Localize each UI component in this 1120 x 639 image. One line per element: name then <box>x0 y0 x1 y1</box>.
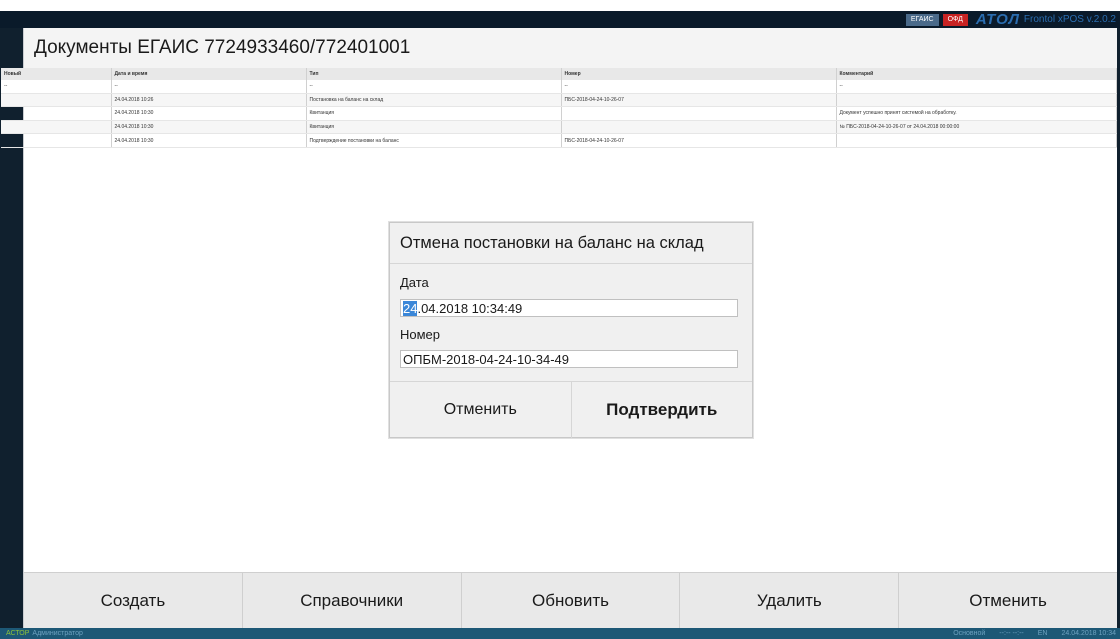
status-placeholder: --:-- --:-- <box>999 630 1024 637</box>
cell: -- <box>836 80 1117 94</box>
cell: 24.04.2018 10:30 <box>111 133 307 148</box>
table-row[interactable]: 24.04.2018 10:30 Квитанция № ПБС-2018-04… <box>1 120 1117 135</box>
date-field-value: .04.2018 10:34:49 <box>417 301 523 316</box>
cell: ПБС-2018-04-24-10-26-07 <box>561 93 837 108</box>
dialog-confirm-button[interactable]: Подтвердить <box>572 382 753 438</box>
number-label: Номер <box>400 327 441 342</box>
cell <box>1 106 112 121</box>
cell <box>1 120 112 135</box>
delete-button[interactable]: Удалить <box>680 573 900 629</box>
header-band: Документы ЕГАИС 7724933460/772401001 <box>24 28 1117 68</box>
cell <box>561 106 837 121</box>
refresh-button[interactable]: Обновить <box>462 573 681 629</box>
cell: Постановка на баланс на склад <box>306 93 562 108</box>
cell: 24.04.2018 10:26 <box>111 93 307 108</box>
app-version: Frontol xPOS v.2.0.2 <box>1023 14 1116 25</box>
bottom-action-bar: Создать Справочники Обновить Удалить Отм… <box>24 572 1117 629</box>
dialog-divider <box>390 263 752 264</box>
egais-badge: ЕГАИС <box>905 13 939 26</box>
table-row[interactable]: 24.04.2018 10:30 Подтверждение постановк… <box>1 133 1117 148</box>
mode-label: Основной <box>953 630 986 637</box>
col-header-type[interactable]: Тип <box>306 68 562 80</box>
col-header-new[interactable]: Новый <box>1 68 112 80</box>
title-bar-right: ЕГАИС ОФД АТОЛ Frontol xPOS v.2.0.2 <box>905 11 1116 28</box>
cell: ПБС-2018-04-24-10-26-07 <box>561 133 837 148</box>
dialog-buttons: Отменить Подтвердить <box>390 381 752 438</box>
cancel-balance-dialog: Отмена постановки на баланс на склад Дат… <box>389 222 753 438</box>
cell <box>836 133 1117 148</box>
status-datetime: 24.04.2018 10:34 <box>1061 630 1117 637</box>
references-button[interactable]: Справочники <box>243 573 462 629</box>
date-field-selection: 24 <box>403 301 418 316</box>
cell <box>1 133 112 148</box>
col-header-number[interactable]: Номер <box>561 68 837 80</box>
cell: -- <box>111 80 307 94</box>
cell: -- <box>561 80 837 94</box>
status-info: Основной --:-- --:-- EN 24.04.2018 10:34 <box>953 630 1116 637</box>
status-user: АСТОР Администратор <box>6 630 83 637</box>
status-bar: АСТОР Администратор Основной --:-- --:-- … <box>0 628 1120 639</box>
cell <box>561 120 837 135</box>
cell <box>1 93 112 108</box>
cell: 24.04.2018 10:30 <box>111 120 307 135</box>
cell: № ПБС-2018-04-24-10-26-07 от 24.04.2018 … <box>836 120 1117 135</box>
col-header-comment[interactable]: Комментарий <box>836 68 1117 80</box>
cell: Подтверждение постановки на баланс <box>306 133 562 148</box>
user-name: Администратор <box>32 630 83 637</box>
col-header-datetime[interactable]: Дата и время <box>111 68 307 80</box>
cancel-button[interactable]: Отменить <box>899 573 1117 629</box>
cell: -- <box>306 80 562 94</box>
date-label: Дата <box>400 275 429 290</box>
actor-label: АСТОР <box>6 630 30 637</box>
table-row[interactable]: 24.04.2018 10:26 Постановка на баланс на… <box>1 93 1117 108</box>
language-indicator: EN <box>1037 630 1048 637</box>
page-title: Документы ЕГАИС 7724933460/772401001 <box>34 37 411 58</box>
cell: 24.04.2018 10:30 <box>111 106 307 121</box>
date-field[interactable]: 24.04.2018 10:34:49 <box>400 299 738 317</box>
cell: -- <box>1 80 112 94</box>
create-button[interactable]: Создать <box>24 573 243 629</box>
table-header-row: Новый Дата и время Тип Номер Комментарий <box>1 68 1117 80</box>
table-row[interactable]: 24.04.2018 10:30 Квитанция Документ успе… <box>1 106 1117 121</box>
atol-logo: АТОЛ <box>975 11 1020 28</box>
cell: Квитанция <box>306 120 562 135</box>
number-field[interactable]: ОПБМ-2018-04-24-10-34-49 <box>400 350 738 368</box>
dialog-title: Отмена постановки на баланс на склад <box>400 234 704 252</box>
top-strip <box>0 0 1120 11</box>
dialog-cancel-button[interactable]: Отменить <box>390 382 572 438</box>
ofd-badge: ОФД <box>942 13 968 26</box>
table-row[interactable]: -- -- -- -- -- <box>1 80 1117 94</box>
cell: Документ успешно принят системой на обра… <box>836 106 1117 121</box>
documents-table: Новый Дата и время Тип Номер Комментарий… <box>1 68 1117 148</box>
cell: Квитанция <box>306 106 562 121</box>
cell <box>836 93 1117 108</box>
